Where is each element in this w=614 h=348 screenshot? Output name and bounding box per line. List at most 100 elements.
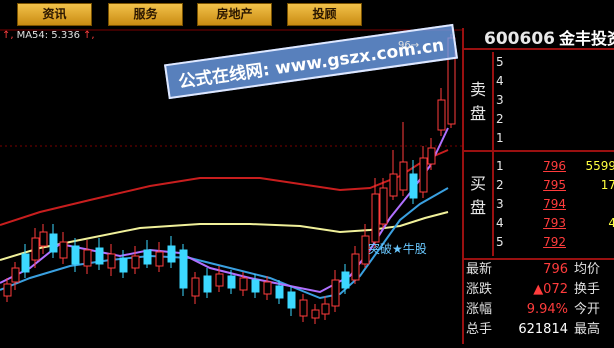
breakout-label: 突破★牛股 bbox=[368, 242, 427, 256]
candle-body bbox=[409, 173, 418, 199]
candle-body bbox=[39, 231, 48, 247]
sell-row[interactable]: 4 bbox=[496, 73, 614, 89]
candle-body bbox=[311, 309, 320, 319]
sell-level: 1 bbox=[496, 131, 504, 145]
top-menu-bar: 资讯 服务 房地产 投顾 bbox=[0, 0, 614, 28]
stock-header: 600606金丰投资 bbox=[464, 28, 614, 50]
candle-body bbox=[437, 99, 446, 131]
up-arrow-icon: ↑, bbox=[2, 30, 14, 41]
buy-row[interactable]: 5 792 bbox=[496, 234, 614, 250]
sell-level: 4 bbox=[496, 74, 504, 88]
tab-service[interactable]: 服务 bbox=[108, 3, 183, 26]
candle-body bbox=[21, 253, 30, 273]
candle-body bbox=[263, 281, 272, 295]
stat-value: 621814 bbox=[518, 322, 568, 337]
quote-panel: 600606金丰投资 卖 盘 买 盘 5 4 3 2 1 1 796 5599 2 795 17 3… bbox=[462, 28, 614, 344]
stat-label-2: 均价 bbox=[574, 262, 601, 277]
buy-level: 3 bbox=[496, 197, 504, 211]
candle-body bbox=[287, 291, 296, 309]
peak-price-value: 96 bbox=[398, 40, 411, 51]
candle-body bbox=[389, 173, 398, 197]
candle-body bbox=[179, 249, 188, 289]
sell-row[interactable]: 2 bbox=[496, 111, 614, 127]
buy-price[interactable]: 792 bbox=[536, 234, 566, 250]
candle-body bbox=[95, 247, 104, 265]
stock-code: 600606 bbox=[484, 29, 555, 49]
candle-body bbox=[11, 267, 20, 283]
peak-price-marker: 96→ bbox=[398, 40, 419, 51]
candle-body bbox=[155, 251, 164, 267]
candle-body bbox=[107, 253, 116, 269]
candle-body bbox=[427, 147, 436, 165]
candle-body bbox=[379, 187, 388, 225]
candle-body bbox=[321, 303, 330, 315]
ma54-indicator: ↑, MA54: 5.336 ↑, bbox=[2, 30, 98, 41]
quote-stat-row: 总手 621814 最高 bbox=[466, 321, 614, 339]
buy-volume: 4 bbox=[608, 216, 614, 230]
candle-body bbox=[191, 277, 200, 297]
candle-body bbox=[341, 271, 350, 289]
divider bbox=[492, 152, 494, 256]
buy-row[interactable]: 1 796 5599 bbox=[496, 158, 614, 174]
tab-advisor[interactable]: 投顾 bbox=[287, 3, 362, 26]
divider bbox=[492, 52, 494, 150]
buy-level: 2 bbox=[496, 178, 504, 192]
tab-real-estate[interactable]: 房地产 bbox=[197, 3, 272, 26]
candle-body bbox=[31, 237, 40, 261]
sell-level: 5 bbox=[496, 55, 504, 69]
candle-body bbox=[71, 245, 80, 265]
tab-news[interactable]: 资讯 bbox=[17, 3, 92, 26]
candle-body bbox=[419, 157, 428, 193]
candle-body bbox=[131, 255, 140, 269]
buy-level: 4 bbox=[496, 216, 504, 230]
buy-row[interactable]: 3 794 bbox=[496, 196, 614, 212]
buy-price[interactable]: 796 bbox=[536, 158, 566, 174]
candle-body bbox=[83, 249, 92, 267]
buy-row[interactable]: 2 795 17 bbox=[496, 177, 614, 193]
candle-body bbox=[143, 249, 152, 265]
candle-body bbox=[119, 257, 128, 273]
sell-row[interactable]: 1 bbox=[496, 130, 614, 146]
candle-body bbox=[215, 273, 224, 287]
candle-body bbox=[239, 277, 248, 291]
buy-price[interactable]: 793 bbox=[536, 215, 566, 231]
candle-body bbox=[227, 275, 236, 289]
candle-body bbox=[351, 253, 360, 281]
buy-price[interactable]: 794 bbox=[536, 196, 566, 212]
quote-stat-row: 最新 796 均价 bbox=[466, 261, 614, 279]
buy-volume: 17 bbox=[600, 178, 614, 192]
candle-body bbox=[49, 233, 58, 253]
candle-body bbox=[3, 283, 12, 297]
up-arrow-icon: ↑, bbox=[82, 30, 95, 41]
stat-value: 796 bbox=[543, 262, 568, 277]
stat-value: 9.94% bbox=[526, 302, 568, 317]
stat-label: 最新 bbox=[466, 262, 493, 277]
stat-label: 涨跌 bbox=[466, 282, 493, 297]
arrow-right-icon: → bbox=[410, 40, 420, 51]
buy-volume: 5599 bbox=[585, 159, 614, 173]
stat-label-2: 最高 bbox=[574, 322, 601, 337]
sell-row[interactable]: 3 bbox=[496, 92, 614, 108]
candle-body bbox=[371, 193, 380, 243]
sell-side-label: 卖 盘 bbox=[469, 80, 486, 123]
candle-body bbox=[299, 299, 308, 317]
stat-label: 涨幅 bbox=[466, 302, 493, 317]
candle-body bbox=[399, 161, 408, 191]
buy-side-label: 买 盘 bbox=[469, 174, 486, 217]
stat-value: ▲072 bbox=[533, 282, 568, 297]
candle-body bbox=[331, 279, 340, 307]
candle-body bbox=[251, 279, 260, 293]
stat-label-2: 换手 bbox=[574, 282, 601, 297]
candle-body bbox=[59, 241, 68, 259]
divider bbox=[464, 258, 614, 260]
candle-body bbox=[167, 245, 176, 263]
buy-row[interactable]: 4 793 4 bbox=[496, 215, 614, 231]
ma54-label: MA54: 5.336 bbox=[16, 30, 80, 41]
buy-level: 5 bbox=[496, 235, 504, 249]
buy-price[interactable]: 795 bbox=[536, 177, 566, 193]
stat-label-2: 今开 bbox=[574, 302, 601, 317]
candle-body bbox=[275, 285, 284, 299]
sell-row[interactable]: 5 bbox=[496, 54, 614, 70]
stock-name: 金丰投资 bbox=[558, 29, 614, 48]
buy-level: 1 bbox=[496, 159, 504, 173]
